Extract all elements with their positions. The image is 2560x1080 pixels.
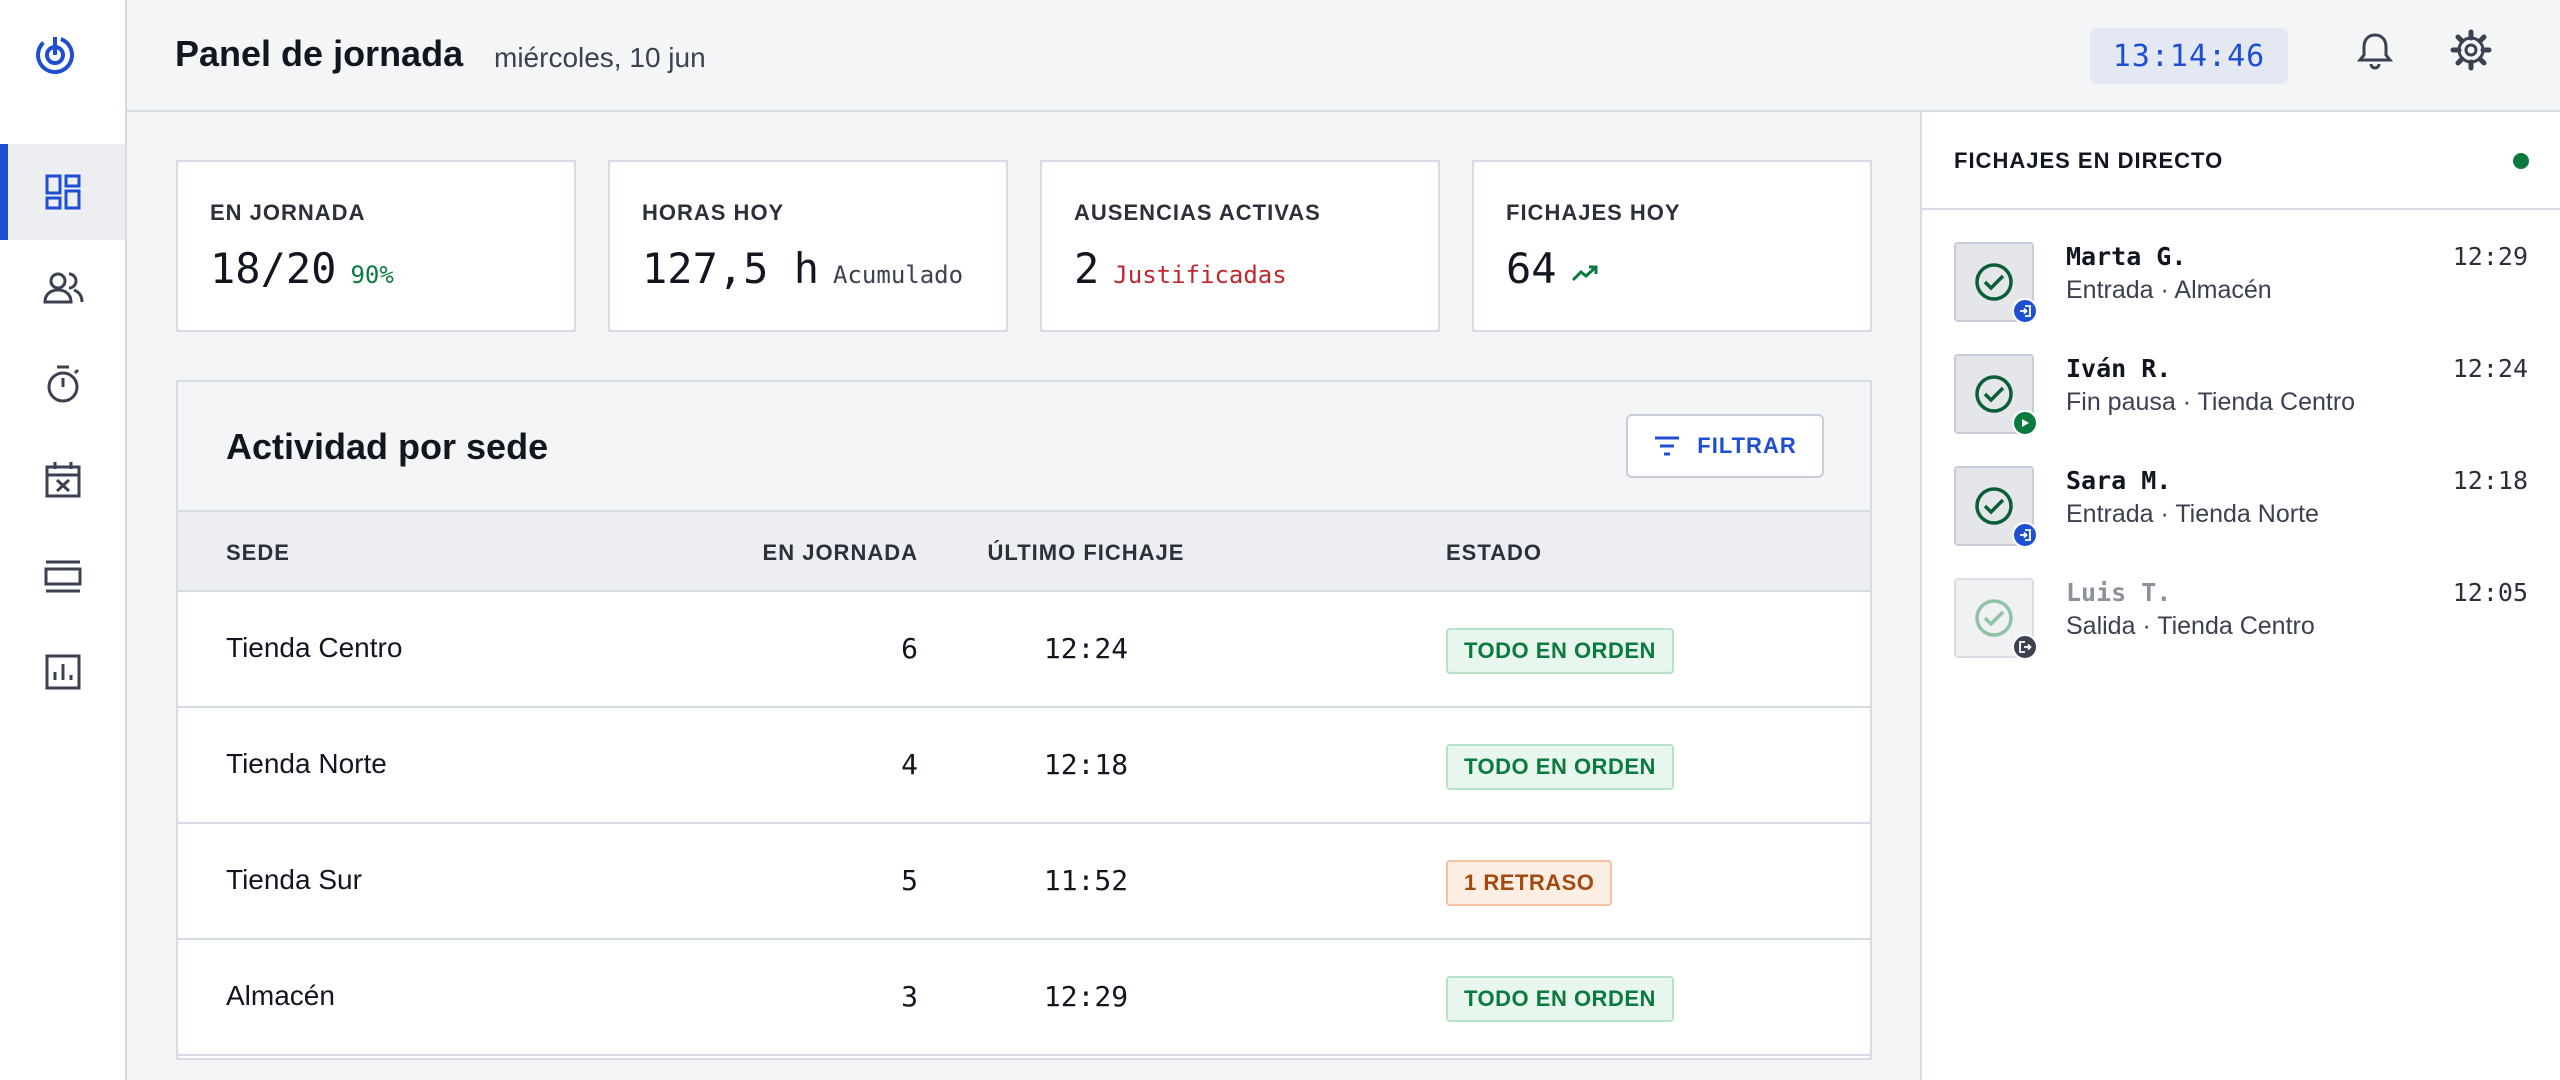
stat-sub: Acumulado — [833, 261, 964, 289]
check-circle-icon — [1975, 599, 2013, 637]
status-badge: TODO EN ORDEN — [1446, 744, 1674, 790]
cell-ultimo-fichaje: 11:52 — [1043, 864, 1129, 897]
table-row[interactable]: Tienda Centro 6 12:24 TODO EN ORDEN — [178, 592, 1870, 708]
table-header: SEDE EN JORNADA ÚLTIMO FICHAJE ESTADO — [178, 512, 1870, 592]
stat-label: FICHAJES HOY — [1506, 200, 1681, 225]
cell-sede: Almacén — [226, 980, 335, 1011]
feed-item-detail: Salida · Tienda Centro — [2066, 612, 2315, 640]
stat-sub: 90% — [350, 261, 394, 289]
notifications-button[interactable] — [2351, 26, 2399, 74]
cell-sede: Tienda Sur — [226, 864, 362, 895]
feed-item[interactable]: Luis T. Salida · Tienda Centro 12:05 — [1954, 578, 2534, 662]
stat-label: EN JORNADA — [210, 200, 366, 225]
feed-item-name: Sara M. — [2066, 466, 2172, 495]
sidebar-item-dashboard[interactable] — [0, 144, 125, 240]
feed-title: FICHAJES EN DIRECTO — [1954, 148, 2224, 173]
cell-en-jornada: 6 — [901, 632, 918, 665]
cell-ultimo-fichaje: 12:29 — [1043, 980, 1129, 1013]
view-agenda-icon — [44, 560, 81, 593]
trending-up-icon — [1571, 265, 1598, 282]
check-circle-icon — [1975, 487, 2013, 525]
cell-en-jornada: 3 — [901, 980, 918, 1013]
gear-icon — [2450, 29, 2492, 71]
check-circle-icon — [1975, 263, 2013, 301]
settings-button[interactable] — [2447, 26, 2495, 74]
login-icon — [2012, 522, 2038, 548]
table-row[interactable]: Almacén 3 12:29 TODO EN ORDEN — [178, 940, 1870, 1056]
feed-item-detail: Entrada · Tienda Norte — [2066, 500, 2319, 528]
feed-item-name: Iván R. — [2066, 354, 2172, 383]
column-header-sede[interactable]: SEDE — [226, 540, 290, 566]
cell-en-jornada: 5 — [901, 864, 918, 897]
feed-item[interactable]: Iván R. Fin pausa · Tienda Centro 12:24 — [1954, 354, 2534, 438]
live-indicator-dot — [2513, 153, 2529, 169]
cell-sede: Tienda Centro — [226, 632, 403, 663]
feed-item-detail: Entrada · Almacén — [2066, 276, 2272, 304]
page-date: miércoles, 10 jun — [494, 42, 706, 73]
sidebar-item-reports[interactable] — [0, 624, 125, 720]
table-row[interactable]: Tienda Sur 5 11:52 1 RETRASO — [178, 824, 1870, 940]
filter-button[interactable]: FILTRAR — [1626, 414, 1824, 478]
check-circle-icon — [1975, 375, 2013, 413]
stat-value: 2 — [1074, 244, 1100, 293]
stat-card-horas-hoy: HORAS HOY 127,5 h Acumulado — [608, 160, 1008, 332]
stat-label: HORAS HOY — [642, 200, 785, 225]
status-badge: TODO EN ORDEN — [1446, 976, 1674, 1022]
stat-sub: Justificadas — [1113, 261, 1287, 289]
status-badge: TODO EN ORDEN — [1446, 628, 1674, 674]
bell-icon — [2356, 33, 2394, 70]
feed-item[interactable]: Sara M. Entrada · Tienda Norte 12:18 — [1954, 466, 2534, 550]
stat-label: AUSENCIAS ACTIVAS — [1074, 200, 1321, 225]
feed-item-time: 12:29 — [2452, 242, 2528, 271]
panel-title: Actividad por sede — [226, 426, 549, 467]
feed-item-name: Luis T. — [2066, 578, 2172, 607]
sidebar — [0, 0, 127, 1080]
sidebar-item-shifts[interactable] — [0, 528, 125, 624]
status-badge: 1 RETRASO — [1446, 860, 1613, 906]
stat-card-en-jornada: EN JORNADA 18/20 90% — [176, 160, 576, 332]
people-icon — [42, 272, 83, 304]
login-icon — [2012, 298, 2038, 324]
sidebar-item-absences[interactable] — [0, 432, 125, 528]
dashboard-icon — [45, 174, 80, 210]
column-header-estado[interactable]: ESTADO — [1446, 540, 1542, 566]
stat-value: 64 — [1506, 244, 1557, 293]
cell-ultimo-fichaje: 12:18 — [1043, 748, 1129, 781]
logout-icon — [2012, 634, 2038, 660]
cell-en-jornada: 4 — [901, 748, 918, 781]
feed-item-time: 12:18 — [2452, 466, 2528, 495]
column-header-ultimo-fichaje[interactable]: ÚLTIMO FICHAJE — [880, 540, 1292, 566]
bar-chart-icon — [45, 654, 80, 690]
stat-value: 127,5 h — [642, 244, 820, 293]
live-clock: 13:14:46 — [2090, 28, 2288, 84]
table-row[interactable]: Tienda Norte 4 12:18 TODO EN ORDEN — [178, 708, 1870, 824]
filter-button-label: FILTRAR — [1697, 433, 1797, 458]
app-logo-icon[interactable] — [31, 31, 79, 79]
feed-item-time: 12:24 — [2452, 354, 2528, 383]
filter-icon — [1655, 436, 1680, 456]
feed-item[interactable]: Marta G. Entrada · Almacén 12:29 — [1954, 242, 2534, 326]
sidebar-item-time[interactable] — [0, 336, 125, 432]
stat-value: 18/20 — [210, 244, 337, 293]
top-header: Panel de jornada miércoles, 10 jun 13:14… — [127, 0, 2560, 112]
feed-item-detail: Fin pausa · Tienda Centro — [2066, 388, 2356, 416]
panel-header: Actividad por sede FILTRAR — [178, 382, 1870, 512]
stopwatch-icon — [47, 365, 79, 403]
activity-panel: Actividad por sede FILTRAR SEDE EN JORNA… — [176, 380, 1872, 1060]
cell-sede: Tienda Norte — [226, 748, 387, 779]
feed-header: FICHAJES EN DIRECTO — [1922, 112, 2560, 210]
stat-card-ausencias: AUSENCIAS ACTIVAS 2 Justificadas — [1040, 160, 1440, 332]
feed-item-name: Marta G. — [2066, 242, 2187, 271]
play-icon — [2012, 410, 2038, 436]
sidebar-item-people[interactable] — [0, 240, 125, 336]
cell-ultimo-fichaje: 12:24 — [1043, 632, 1129, 665]
stat-card-fichajes-hoy: FICHAJES HOY 64 — [1472, 160, 1872, 332]
calendar-x-icon — [45, 462, 80, 498]
page-title: Panel de jornada — [175, 33, 464, 74]
feed-item-time: 12:05 — [2452, 578, 2528, 607]
